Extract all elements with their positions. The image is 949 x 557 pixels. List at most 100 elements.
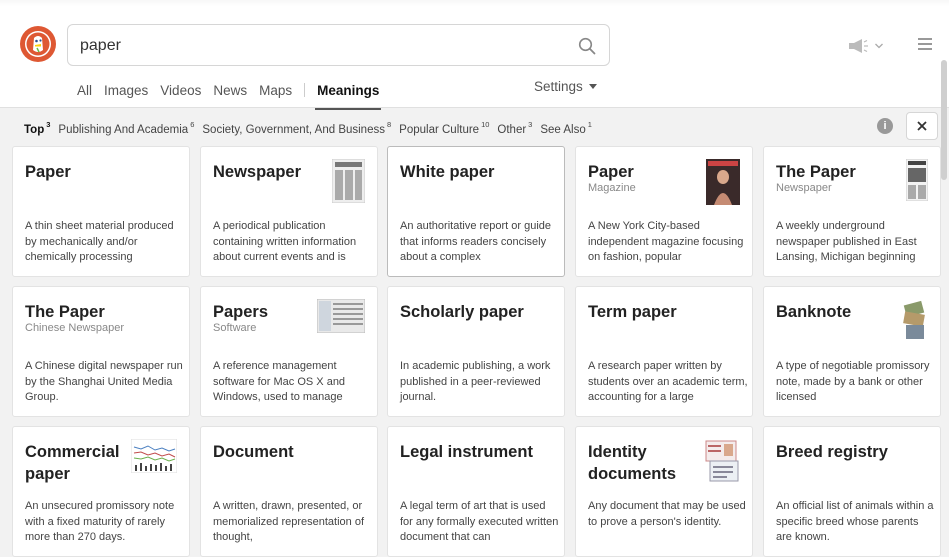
top-line bbox=[0, 0, 949, 6]
search-button[interactable] bbox=[575, 34, 599, 58]
filter-label: Top bbox=[24, 124, 45, 136]
meaning-card[interactable]: Papers Software A reference management s… bbox=[200, 286, 378, 417]
filter-popular-culture[interactable]: Popular Culture 10 bbox=[399, 120, 489, 136]
card-title: Papers bbox=[213, 303, 269, 321]
filter-label: Popular Culture bbox=[399, 124, 480, 136]
menu-icon-bar bbox=[918, 38, 932, 40]
filter-publishing-and-academia[interactable]: Publishing And Academia 6 bbox=[58, 120, 194, 136]
menu-icon-bar bbox=[918, 48, 932, 50]
tab-images[interactable]: Images bbox=[104, 83, 148, 98]
card-title: The Paper bbox=[25, 303, 105, 321]
filter-list: Top 3 Publishing And Academia 6 Society, Gov… bbox=[24, 120, 600, 136]
card-title: Identity documents bbox=[588, 443, 677, 483]
card-subtitle: Magazine bbox=[588, 182, 636, 194]
meaning-card[interactable]: The Paper Chinese Newspaper A Chinese di… bbox=[12, 286, 190, 417]
card-description: A periodical publication containing writ… bbox=[213, 220, 357, 263]
filter-count: 3 bbox=[528, 120, 533, 129]
filter-label: Society, Government, And Business bbox=[202, 124, 385, 136]
chevron-down-icon bbox=[875, 43, 883, 49]
filter-see-also[interactable]: See Also 1 bbox=[540, 120, 592, 136]
newspaper-thumbnail bbox=[905, 158, 929, 206]
tab-maps[interactable]: Maps bbox=[259, 83, 292, 98]
search-box bbox=[67, 24, 610, 66]
card-description: An unsecured promissory note with a fixe… bbox=[25, 500, 175, 543]
meaning-card[interactable]: Commercial paper An unsecured promissory… bbox=[12, 426, 190, 557]
software-screenshot-thumbnail bbox=[316, 298, 366, 338]
magazine-cover-thumbnail bbox=[706, 159, 740, 210]
filter-count: 8 bbox=[386, 120, 392, 129]
card-description: In academic publishing, a work published… bbox=[400, 360, 551, 403]
newspaper-thumbnail bbox=[331, 158, 366, 208]
card-subtitle: Software bbox=[213, 322, 257, 334]
megaphone-icon bbox=[849, 39, 868, 53]
close-button[interactable] bbox=[906, 112, 938, 140]
meaning-card[interactable]: Banknote A type of negotiable promissory… bbox=[763, 286, 941, 417]
meaning-card[interactable]: Scholarly paper In academic publishing, … bbox=[387, 286, 565, 417]
search-icon bbox=[578, 37, 596, 55]
card-title: Paper bbox=[25, 163, 71, 181]
filter-society-government-and-business[interactable]: Society, Government, And Business 8 bbox=[202, 120, 391, 136]
card-description: An authoritative report or guide that in… bbox=[400, 220, 552, 263]
caret-down-icon bbox=[588, 83, 597, 89]
filter-count: 1 bbox=[587, 120, 592, 129]
menu-button[interactable] bbox=[916, 36, 934, 52]
meaning-card[interactable]: Newspaper A periodical publication conta… bbox=[200, 146, 378, 277]
banknote-thumbnail bbox=[902, 299, 928, 348]
card-title: Paper bbox=[588, 163, 634, 181]
meaning-card[interactable]: Identity documents Any document that may… bbox=[575, 426, 753, 557]
tab-videos[interactable]: Videos bbox=[160, 83, 201, 98]
passport-thumbnail bbox=[704, 439, 740, 488]
filter-top[interactable]: Top 3 bbox=[24, 120, 50, 136]
scrollbar[interactable] bbox=[941, 60, 947, 180]
filter-count: 3 bbox=[46, 120, 51, 129]
card-title: Scholarly paper bbox=[400, 303, 524, 321]
card-description: A weekly underground newspaper published… bbox=[776, 220, 917, 263]
tab-meanings[interactable]: Meanings bbox=[315, 83, 382, 110]
meaning-card[interactable]: The Paper Newspaper A weekly underground… bbox=[763, 146, 941, 277]
close-icon bbox=[917, 121, 927, 131]
meaning-card[interactable]: Paper Magazine A New York City-based ind… bbox=[575, 146, 753, 277]
meaning-card[interactable]: Breed registry An official list of anima… bbox=[763, 426, 941, 557]
filter-count: 6 bbox=[190, 120, 195, 129]
card-description: A written, drawn, presented, or memorial… bbox=[213, 500, 365, 543]
card-description: A type of negotiable promissory note, ma… bbox=[776, 360, 930, 403]
meaning-card[interactable]: Legal instrument A legal term of art tha… bbox=[387, 426, 565, 557]
card-title: The Paper bbox=[776, 163, 856, 181]
card-subtitle: Newspaper bbox=[776, 182, 832, 194]
duckduckgo-logo[interactable] bbox=[20, 26, 56, 62]
card-description: Any document that may be used to prove a… bbox=[588, 500, 746, 528]
duck-icon bbox=[25, 31, 51, 57]
meaning-card[interactable]: Document A written, drawn, presented, or… bbox=[200, 426, 378, 557]
card-title: Newspaper bbox=[213, 163, 302, 181]
search-input[interactable] bbox=[80, 34, 560, 58]
card-description: A legal term of art that is used for any… bbox=[400, 500, 559, 543]
card-title: Term paper bbox=[588, 303, 677, 321]
meaning-card[interactable]: White paper An authoritative report or g… bbox=[387, 146, 565, 277]
card-description: A reference management software for Mac … bbox=[213, 360, 346, 403]
card-title: Document bbox=[213, 443, 294, 461]
card-description: A Chinese digital newspaper run by the S… bbox=[25, 360, 183, 403]
card-description: A thin sheet material produced by mechan… bbox=[25, 220, 174, 263]
settings-dropdown[interactable]: Settings bbox=[534, 79, 597, 94]
card-title: Breed registry bbox=[776, 443, 888, 461]
card-description: A New York City-based independent magazi… bbox=[588, 220, 744, 263]
card-subtitle: Chinese Newspaper bbox=[25, 322, 125, 334]
tab-news[interactable]: News bbox=[213, 83, 247, 98]
tab-all[interactable]: All bbox=[77, 83, 92, 98]
filter-label: See Also bbox=[540, 124, 586, 136]
chart-thumbnail bbox=[130, 438, 178, 478]
settings-label: Settings bbox=[534, 79, 583, 94]
info-button[interactable]: i bbox=[877, 118, 893, 134]
meaning-card[interactable]: Paper A thin sheet material produced by … bbox=[12, 146, 190, 277]
card-description: A research paper written by students ove… bbox=[588, 360, 748, 403]
meaning-card[interactable]: Term paper A research paper written by s… bbox=[575, 286, 753, 417]
feedback-button[interactable] bbox=[848, 36, 888, 56]
filter-label: Publishing And Academia bbox=[58, 124, 189, 136]
filter-other[interactable]: Other 3 bbox=[497, 120, 532, 136]
header: All Images Videos News Maps Meanings Set… bbox=[0, 0, 949, 110]
nav-divider bbox=[304, 83, 306, 97]
card-title: Commercial paper bbox=[25, 443, 120, 483]
filter-count: 10 bbox=[481, 120, 490, 129]
menu-icon-bar bbox=[918, 43, 932, 45]
info-icon: i bbox=[883, 120, 887, 132]
